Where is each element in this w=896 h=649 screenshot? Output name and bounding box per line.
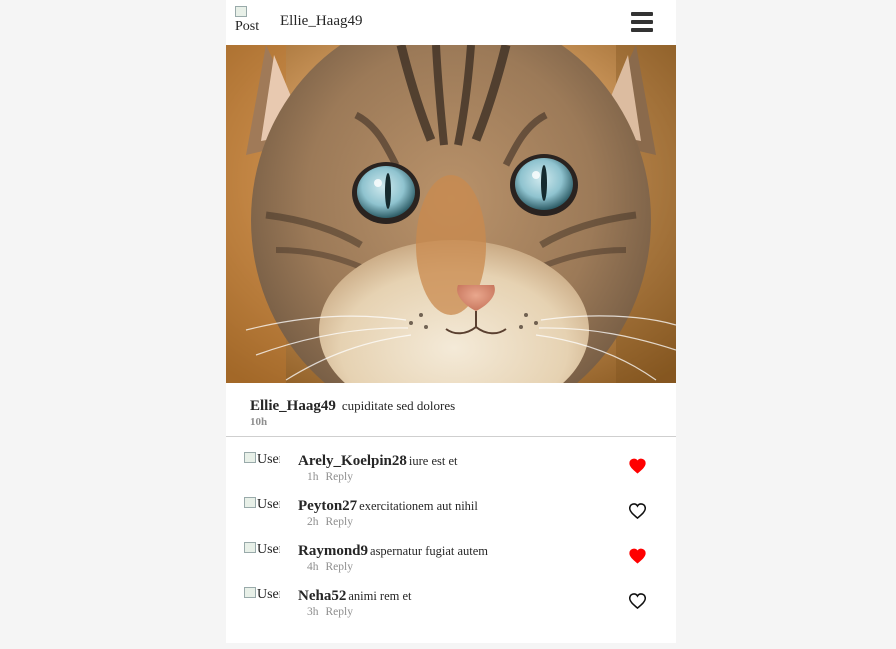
comment-item: User Comment Raymond9aspernatur fugiat a… [226,541,676,581]
comment-avatar-alt-text: User Comment [257,452,280,467]
heart-icon[interactable] [629,458,646,474]
comment-item: User Comment Neha52animi rem et 3h Reply [226,586,676,626]
comment-username[interactable]: Peyton27 [298,498,357,514]
comment-avatar[interactable]: User Comment [244,542,280,572]
comment-time: 4h [307,561,319,573]
broken-image-icon [235,6,247,17]
comment-avatar[interactable]: User Comment [244,497,280,527]
reply-button[interactable]: Reply [326,516,353,528]
broken-image-icon [244,452,256,463]
comment-avatar-alt-text: User Comment [257,587,280,602]
broken-image-icon [244,542,256,553]
post-card: Post Ellie_Haag49 Ellie_Haag49 cupiditat… [226,0,676,643]
comment-username[interactable]: Raymond9 [298,543,368,559]
comment-avatar[interactable]: User Comment [244,452,280,482]
comment-avatar[interactable]: User Comment [244,587,280,617]
post-avatar-alt-text: Post [235,19,260,34]
post-image [226,45,676,383]
post-avatar[interactable]: Post [235,6,261,40]
broken-image-icon [244,587,256,598]
comment-text: iure est et [408,454,458,468]
post-timestamp: 10h [250,416,268,428]
broken-image-icon [244,497,256,508]
comment-avatar-alt-text: User Comment [257,542,280,557]
comment-username[interactable]: Arely_Koelpin28 [298,453,407,469]
comment-text: aspernatur fugiat autem [370,544,489,558]
comment-text: exercitationem aut nihil [359,499,478,513]
header-username[interactable]: Ellie_Haag49 [280,13,362,30]
comment-text: animi rem et [348,589,412,603]
comment-item: User Comment Peyton27exercitationem aut … [226,496,676,536]
comment-username[interactable]: Neha52 [298,588,346,604]
comment-item: User Comment Arely_Koelpin28iure est et … [226,451,676,491]
heart-icon[interactable] [629,593,646,609]
heart-icon[interactable] [629,548,646,564]
comment-avatar-alt-text: User Comment [257,497,280,512]
divider [226,436,676,437]
caption-username[interactable]: Ellie_Haag49 [250,398,336,414]
reply-button[interactable]: Reply [326,561,353,573]
post-caption: Ellie_Haag49 cupiditate sed dolores 10h [250,397,650,428]
comment-time: 3h [307,606,319,618]
comment-time: 1h [307,471,319,483]
reply-button[interactable]: Reply [326,471,353,483]
comment-time: 2h [307,516,319,528]
reply-button[interactable]: Reply [326,606,353,618]
caption-text: cupiditate sed dolores [341,398,456,413]
hamburger-menu-icon[interactable] [629,11,655,33]
post-header: Post Ellie_Haag49 [226,0,676,45]
heart-icon[interactable] [629,503,646,519]
